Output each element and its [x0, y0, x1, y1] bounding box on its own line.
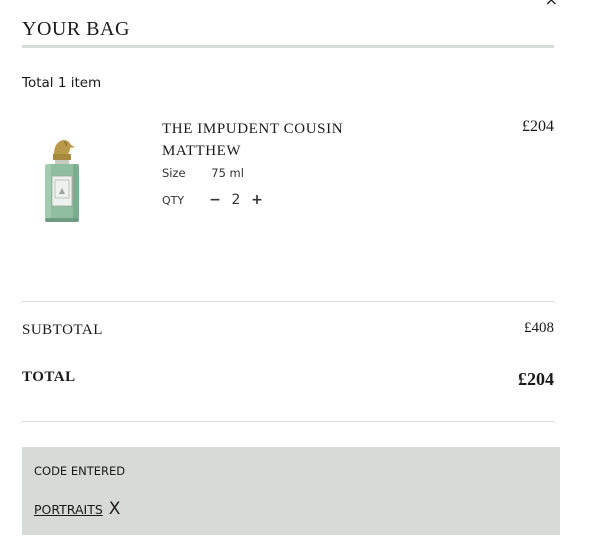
divider	[22, 421, 554, 422]
product-price: £204	[522, 118, 554, 135]
product-name[interactable]: THE IMPUDENT COUSIN MATTHEW	[162, 118, 392, 162]
product-image[interactable]	[40, 138, 84, 224]
qty-label: QTY	[162, 193, 185, 207]
qty-value: 2	[231, 192, 241, 208]
item-count: Total 1 item	[22, 75, 102, 91]
promo-code-panel: CODE ENTERED PORTRAITS X	[22, 447, 560, 535]
quantity-stepper: QTY − 2 +	[162, 191, 264, 209]
shopping-bag-panel: × YOUR BAG Total 1 item THE IMPUDENT COU…	[0, 0, 596, 546]
total-value: £204	[518, 369, 554, 389]
page-title: YOUR BAG	[22, 18, 130, 40]
divider	[22, 301, 554, 302]
remove-code-button[interactable]: X	[109, 499, 121, 519]
promo-code-link[interactable]: PORTRAITS	[34, 502, 103, 517]
size-value: 75 ml	[211, 166, 244, 180]
title-divider	[22, 45, 554, 48]
close-icon[interactable]: ×	[545, 0, 558, 9]
code-entered-heading: CODE ENTERED	[34, 464, 126, 478]
subtotal-label: SUBTOTAL	[22, 322, 103, 338]
size-label: Size	[162, 166, 186, 180]
size-row: Size 75 ml	[162, 166, 244, 180]
promo-code-row: PORTRAITS X	[34, 499, 120, 519]
subtotal-value: £408	[524, 320, 554, 336]
total-label: TOTAL	[22, 369, 76, 385]
qty-increase-button[interactable]: +	[250, 191, 264, 209]
perfume-bottle-icon	[45, 140, 79, 222]
qty-decrease-button[interactable]: −	[208, 191, 222, 209]
